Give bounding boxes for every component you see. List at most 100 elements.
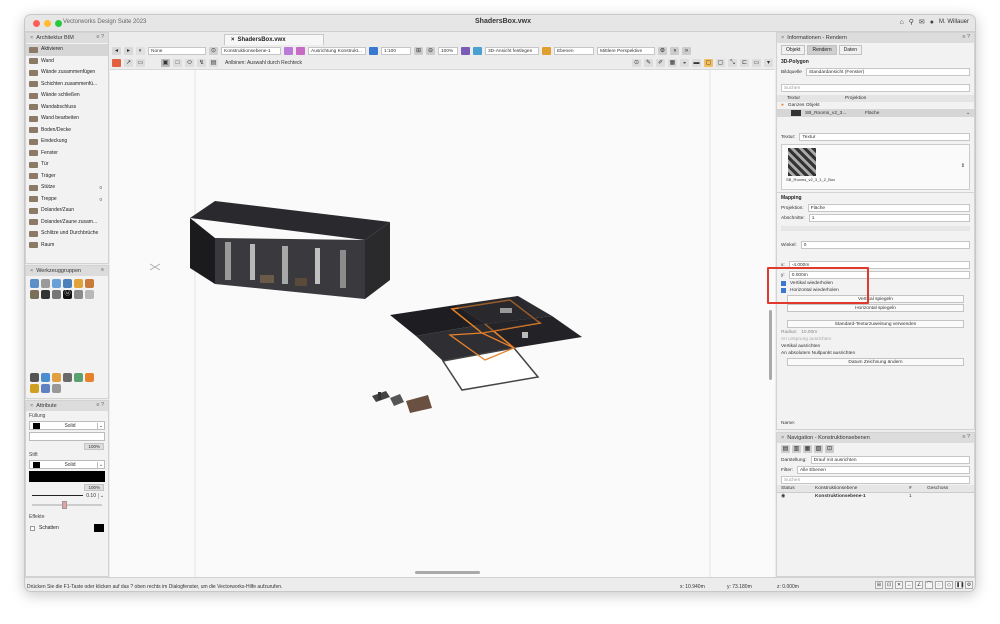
snap-grid-icon[interactable]: ⊙: [632, 59, 641, 67]
snap-intersection-icon[interactable]: ✕: [895, 581, 903, 589]
forward-icon[interactable]: ▸: [124, 46, 133, 55]
view-select[interactable]: 3D-Ansicht festlegen: [485, 46, 539, 55]
back-icon[interactable]: ◂: [112, 46, 121, 55]
snap-angle-icon[interactable]: ∠: [915, 581, 923, 589]
select-mode-icon[interactable]: [112, 59, 121, 67]
table-row[interactable]: ◉ Konstruktionsebene-1 1: [777, 493, 974, 500]
class-select[interactable]: None: [148, 46, 206, 55]
working-plane-icon[interactable]: ◒: [680, 59, 689, 67]
close-icon[interactable]: ×: [30, 403, 33, 409]
close-icon[interactable]: ×: [30, 35, 33, 41]
close-icon[interactable]: ×: [30, 268, 33, 274]
tool-item[interactable]: Dolander/Zaun: [26, 205, 108, 217]
tree-tool-icon[interactable]: [74, 290, 83, 299]
user-icon[interactable]: ●: [930, 19, 934, 26]
snap-grid-icon[interactable]: ⊞: [875, 581, 883, 589]
mode-1-icon[interactable]: ▣: [161, 59, 170, 67]
filter-select[interactable]: Alle Ebenen: [797, 466, 970, 474]
user-name[interactable]: M. Willauer: [939, 19, 969, 25]
close-icon[interactable]: ×: [781, 435, 784, 441]
tool-item[interactable]: Raum: [26, 240, 108, 252]
visibility-eye-icon[interactable]: ◉: [781, 494, 811, 499]
zoom-select[interactable]: 100%: [438, 46, 458, 55]
layer-options-icon[interactable]: [284, 46, 293, 55]
tool-item[interactable]: Wand bearbeiten: [26, 113, 108, 125]
tool-item[interactable]: Schichten zusammenfü...: [26, 79, 108, 91]
snap-angle-icon[interactable]: ✐: [656, 59, 665, 67]
tab-object[interactable]: Objekt: [781, 45, 806, 55]
light-icon[interactable]: [542, 46, 551, 55]
lock-tool-icon[interactable]: [74, 279, 83, 288]
angle-input[interactable]: 0: [800, 241, 970, 249]
arrow-style-slider[interactable]: [32, 501, 102, 509]
render-icon[interactable]: [85, 373, 94, 382]
pen-opacity[interactable]: 100%: [84, 484, 104, 491]
texture-group-row[interactable]: ● Ganzes Objekt: [777, 102, 974, 109]
chevron-updown-icon[interactable]: ⇕: [961, 163, 965, 169]
palette-menu-icon[interactable]: ≡ ?: [96, 402, 104, 408]
snap-edge-icon[interactable]: ⌒: [925, 581, 933, 589]
home-icon[interactable]: ⌂: [900, 19, 904, 26]
plan-icon[interactable]: [41, 373, 50, 382]
dimension-icon[interactable]: [41, 384, 50, 393]
line-weight-select[interactable]: 0.10 ⌄: [29, 491, 105, 500]
tool-item[interactable]: Eindeckung: [26, 136, 108, 148]
palette-menu-icon[interactable]: ≡ ?: [96, 34, 104, 40]
design-layer-select[interactable]: Ausrichtung Konstrukt...: [308, 46, 366, 55]
tool-item[interactable]: Wände schließen: [26, 90, 108, 102]
reset-texture-button[interactable]: Standard-Texturzuweisung verwenden: [787, 320, 964, 328]
zoom-window-button[interactable]: [55, 20, 62, 27]
shadow-color-swatch[interactable]: [94, 524, 104, 532]
pen-style-select[interactable]: Solid ⌄: [29, 460, 105, 469]
tool-item[interactable]: Boden/Decke: [26, 125, 108, 137]
tool-item[interactable]: Fenster: [26, 148, 108, 160]
building-icon[interactable]: [63, 373, 72, 382]
tool-item[interactable]: Träger: [26, 171, 108, 183]
palette-menu-icon[interactable]: ≡: [101, 267, 104, 273]
message-icon[interactable]: ✉: [919, 18, 925, 26]
more-icon[interactable]: »: [682, 46, 691, 55]
3d-view-icon[interactable]: [473, 46, 482, 55]
vertical-scrollbar[interactable]: [769, 310, 772, 380]
tool-item[interactable]: Wandabschluss: [26, 102, 108, 114]
close-icon[interactable]: ×: [231, 37, 235, 43]
tool-b-icon[interactable]: ▢: [704, 59, 713, 67]
display-select[interactable]: Drauf mit ausrichten: [810, 456, 970, 464]
palette-menu-icon[interactable]: ≡ ?: [962, 434, 970, 440]
texture-thumbnail[interactable]: [788, 148, 816, 176]
texture-search-input[interactable]: Suchen: [781, 84, 970, 92]
mirror-horizontal-button[interactable]: Horizontal spiegeln: [787, 304, 964, 312]
tool-a-icon[interactable]: ▬: [692, 59, 701, 67]
close-icon[interactable]: ×: [781, 35, 784, 41]
move-tool-icon[interactable]: [52, 279, 61, 288]
horizontal-scrollbar[interactable]: [415, 571, 480, 574]
small-furniture-objects[interactable]: [372, 391, 432, 413]
views-icon[interactable]: ▧: [814, 445, 823, 453]
refs-icon[interactable]: ⊡: [825, 445, 834, 453]
edit-drawing-button[interactable]: Datum Zeichnung ändern: [787, 358, 964, 366]
tab-render[interactable]: Rendern: [807, 45, 837, 55]
zoom-fit-icon[interactable]: ⊞: [414, 46, 423, 55]
layer-tool-icon[interactable]: [30, 279, 39, 288]
snap-pause-icon[interactable]: ❚❚: [955, 581, 964, 589]
light-icon[interactable]: [30, 384, 39, 393]
layer-select[interactable]: Konstruktionsebene-1: [221, 46, 281, 55]
scale-icon[interactable]: [369, 46, 378, 55]
background-select[interactable]: Standardansicht (Fenster): [805, 68, 970, 76]
3d-box-object[interactable]: [190, 201, 390, 299]
tool-item[interactable]: Aktivieren: [26, 44, 108, 56]
tool-item[interactable]: Schlitze und Durchbrüche: [26, 228, 108, 240]
tool-item[interactable]: Stütze 0: [26, 182, 108, 194]
texture-item-row[interactable]: SB_Rooms_v2_3... Fläche ⌄: [777, 109, 974, 117]
classes-icon[interactable]: ▥: [792, 445, 801, 453]
plane-icon[interactable]: ▦: [668, 59, 677, 67]
mode-2-icon[interactable]: □: [173, 59, 182, 67]
mode-4-icon[interactable]: ↯: [197, 59, 206, 67]
tool-d-icon[interactable]: ⤡: [728, 59, 737, 67]
site-icon[interactable]: [52, 373, 61, 382]
sections-input[interactable]: 1: [808, 214, 970, 222]
sections-slider[interactable]: [781, 226, 970, 231]
snap-distance-icon[interactable]: ↔: [905, 581, 913, 589]
tool-item[interactable]: Wand: [26, 56, 108, 68]
close-window-button[interactable]: [33, 20, 40, 27]
